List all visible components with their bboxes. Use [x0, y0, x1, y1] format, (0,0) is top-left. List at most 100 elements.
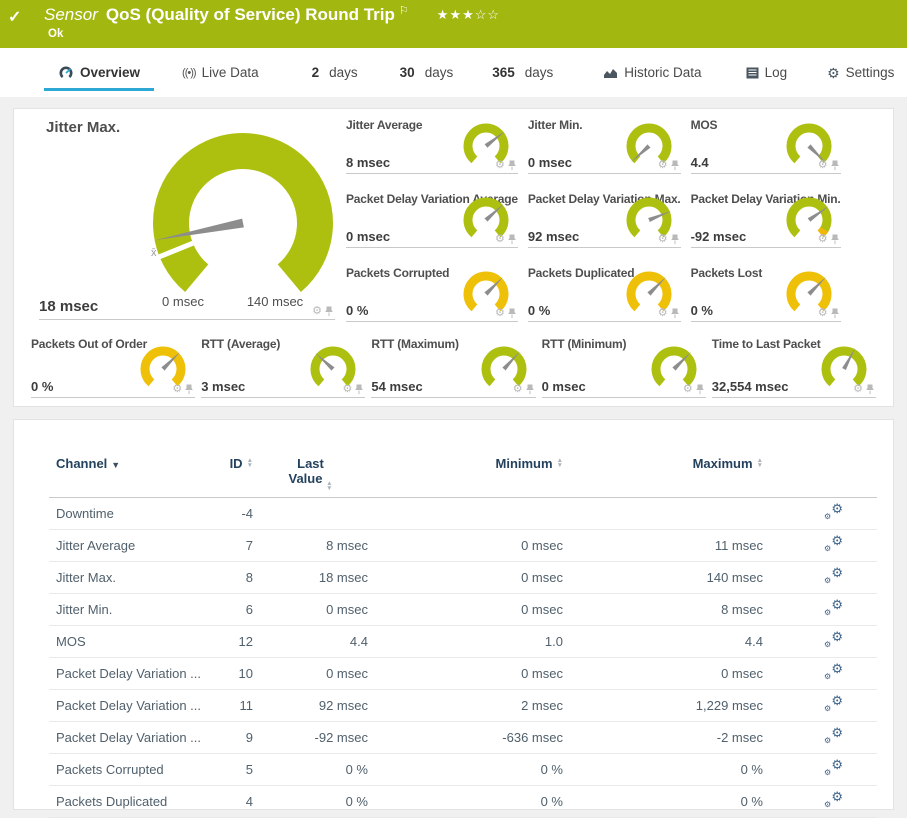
- channel-minimum: 0 msec: [368, 602, 563, 617]
- pin-icon[interactable]: [831, 160, 839, 171]
- gauge-cell-icons: ⚙: [853, 384, 874, 395]
- channel-id: 10: [217, 666, 253, 681]
- gear-small-icon: ⚙: [824, 577, 831, 585]
- gear-icon[interactable]: ⚙: [818, 308, 828, 319]
- tab-log[interactable]: Log: [746, 48, 788, 97]
- gear-icon[interactable]: ⚙: [683, 384, 693, 395]
- channels-table: Channel▼ID▲▼LastValue ▲▼Minimum▲▼Maximum…: [49, 456, 877, 818]
- pin-icon[interactable]: [671, 234, 679, 245]
- channel-settings-gears-icon[interactable]: ⚙⚙: [823, 728, 843, 744]
- column-header-maximum[interactable]: Maximum ▲▼: [563, 456, 763, 471]
- tab-30-days[interactable]: 30days: [400, 48, 454, 97]
- pin-icon[interactable]: [355, 384, 363, 395]
- channel-settings-gears-icon[interactable]: ⚙⚙: [823, 504, 843, 520]
- pin-icon[interactable]: [696, 384, 704, 395]
- tab-365-days[interactable]: 365days: [492, 48, 553, 97]
- channel-actions: ⚙⚙: [763, 664, 877, 683]
- gear-large-icon: ⚙: [831, 502, 843, 515]
- channel-minimum: 1.0: [368, 634, 563, 649]
- pin-icon[interactable]: [866, 384, 874, 395]
- pin-icon[interactable]: [185, 384, 193, 395]
- gauge-icon: [58, 66, 74, 80]
- tab-overview[interactable]: Overview: [58, 48, 140, 97]
- gear-icon[interactable]: ⚙: [818, 160, 828, 171]
- channel-settings-gears-icon[interactable]: ⚙⚙: [823, 696, 843, 712]
- channel-actions: ⚙⚙: [763, 728, 877, 747]
- column-header-last_value[interactable]: LastValue ▲▼: [253, 456, 368, 489]
- priority-stars[interactable]: ★★★☆☆: [437, 7, 500, 23]
- channel-settings-gears-icon[interactable]: ⚙⚙: [823, 792, 843, 808]
- column-header-content: ID▲▼: [230, 456, 253, 471]
- gear-icon[interactable]: ⚙: [658, 308, 668, 319]
- column-header-label: Maximum: [693, 456, 753, 471]
- gauges-panel: Jitter Max.x̄0 msec140 msec18 msec⚙ Jitt…: [13, 108, 894, 407]
- channel-settings-gears-icon[interactable]: ⚙⚙: [823, 760, 843, 776]
- pin-icon[interactable]: [508, 160, 516, 171]
- gauge-cell-icons: ⚙: [818, 234, 839, 245]
- channel-settings-gears-icon[interactable]: ⚙⚙: [823, 600, 843, 616]
- channel-settings-gears-icon[interactable]: ⚙⚙: [823, 632, 843, 648]
- gear-icon[interactable]: ⚙: [658, 234, 668, 245]
- gear-icon[interactable]: ⚙: [343, 384, 353, 395]
- gear-icon[interactable]: ⚙: [312, 306, 322, 317]
- gauge-scale-max: 140 msec: [239, 294, 311, 309]
- gear-icon[interactable]: ⚙: [853, 384, 863, 395]
- table-row: Packet Delay Variation ...9-92 msec-636 …: [49, 722, 877, 754]
- pin-icon[interactable]: [508, 308, 516, 319]
- pin-icon[interactable]: [325, 306, 333, 317]
- gauge-cell-icons: ⚙: [683, 384, 704, 395]
- channel-settings-gears-icon[interactable]: ⚙⚙: [823, 536, 843, 552]
- gear-large-icon: ⚙: [831, 694, 843, 707]
- pin-icon[interactable]: [671, 160, 679, 171]
- gauge-value: 92 msec: [528, 229, 579, 244]
- gauge-cell: Packet Delay Variation Max.92 msec⚙: [528, 190, 681, 248]
- table-header-row: Channel▼ID▲▼LastValue ▲▼Minimum▲▼Maximum…: [49, 456, 877, 498]
- historic-data-icon: [603, 67, 618, 79]
- sort-arrows-icon[interactable]: ▲▼: [557, 458, 563, 468]
- channel-last-value: 0 %: [253, 762, 368, 777]
- tab-live-data[interactable]: ((•))Live Data: [182, 48, 259, 97]
- column-header-label: Minimum: [496, 456, 553, 471]
- gear-icon[interactable]: ⚙: [818, 234, 828, 245]
- gear-icon[interactable]: ⚙: [513, 384, 523, 395]
- gear-icon[interactable]: ⚙: [495, 308, 505, 319]
- channel-minimum: 0 %: [368, 762, 563, 777]
- gear-icon[interactable]: ⚙: [172, 384, 182, 395]
- gear-icon[interactable]: ⚙: [495, 234, 505, 245]
- channel-settings-gears-icon[interactable]: ⚙⚙: [823, 568, 843, 584]
- column-header-id[interactable]: ID▲▼: [217, 456, 253, 471]
- gauge-cell-icons: ⚙: [513, 384, 534, 395]
- gear-icon[interactable]: ⚙: [495, 160, 505, 171]
- pin-icon[interactable]: [508, 234, 516, 245]
- channel-name: Downtime: [49, 506, 217, 521]
- pin-icon[interactable]: [526, 384, 534, 395]
- gauge-value: 0 %: [31, 379, 53, 394]
- tab-settings[interactable]: ⚙Settings: [827, 48, 894, 97]
- gear-large-icon: ⚙: [831, 726, 843, 739]
- tab-label: Historic Data: [624, 65, 701, 80]
- gauge-cell: Packets Duplicated0 %⚙: [528, 264, 681, 322]
- column-header-minimum[interactable]: Minimum ▲▼: [368, 456, 563, 471]
- tab-2-days[interactable]: 2days: [312, 48, 358, 97]
- channel-settings-gears-icon[interactable]: ⚙⚙: [823, 664, 843, 680]
- pin-icon[interactable]: [671, 308, 679, 319]
- sort-desc-icon[interactable]: ▼: [111, 458, 120, 473]
- flag-icon[interactable]: ⚐: [399, 4, 409, 17]
- gauge-title: Jitter Max.: [46, 119, 120, 136]
- gauge-value: 18 msec: [39, 298, 98, 315]
- pin-icon[interactable]: [831, 234, 839, 245]
- channel-id: 5: [217, 762, 253, 777]
- gear-icon[interactable]: ⚙: [658, 160, 668, 171]
- sort-arrows-icon[interactable]: ▲▼: [326, 481, 332, 491]
- sort-arrows-icon[interactable]: ▲▼: [247, 458, 253, 468]
- channel-id: 4: [217, 794, 253, 809]
- pin-icon[interactable]: [831, 308, 839, 319]
- table-row: Downtime-4⚙⚙: [49, 498, 877, 530]
- settings-gear-icon: ⚙: [827, 66, 840, 80]
- gauge-cell-icons: ⚙: [312, 306, 333, 317]
- column-header-channel[interactable]: Channel▼: [49, 456, 217, 471]
- tab-historic-data[interactable]: Historic Data: [603, 48, 701, 97]
- sort-arrows-icon[interactable]: ▲▼: [757, 458, 763, 468]
- tab-label: days: [425, 65, 454, 80]
- gauge-value: 0 msec: [528, 155, 572, 170]
